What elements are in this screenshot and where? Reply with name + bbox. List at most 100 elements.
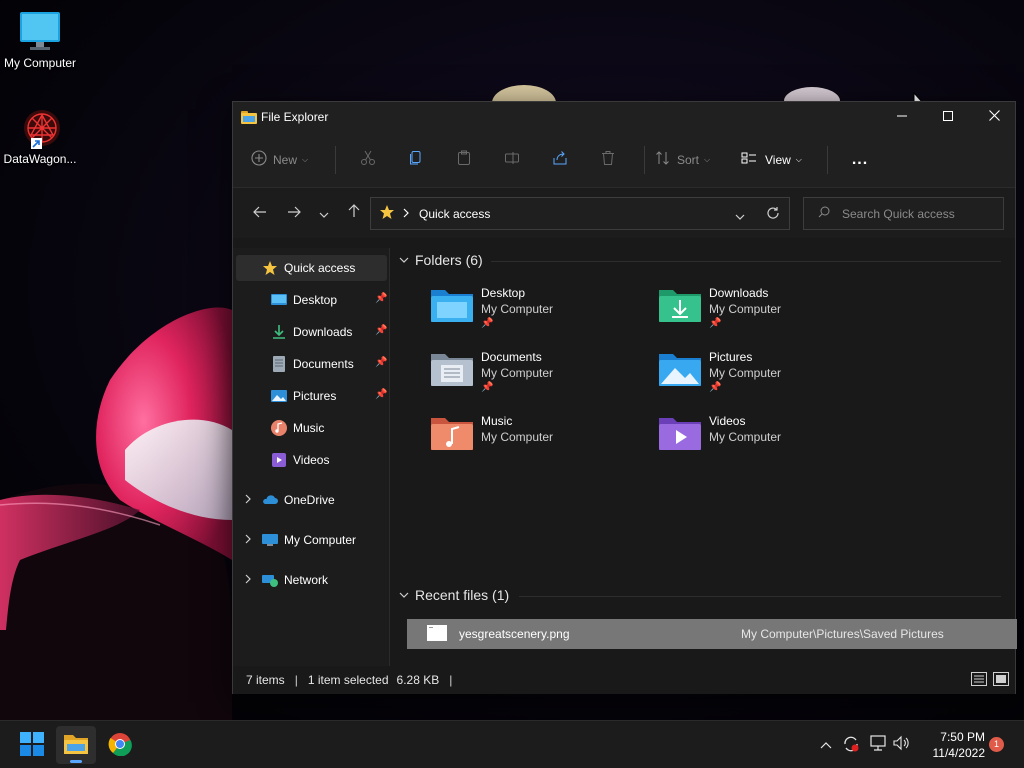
plus-circle-icon bbox=[251, 150, 267, 169]
back-button[interactable] bbox=[243, 198, 277, 228]
sidebar-item-label: Quick access bbox=[284, 261, 356, 275]
sidebar-item-onedrive[interactable]: OneDrive bbox=[262, 487, 335, 513]
navigation-pane: Quick access Desktop 📌 Downloads 📌 Docum… bbox=[233, 248, 390, 666]
folders-section-header[interactable]: Folders (6) bbox=[399, 252, 483, 268]
pin-icon: 📌 bbox=[375, 325, 388, 336]
address-dropdown-icon[interactable] bbox=[735, 209, 745, 223]
details-view-icon[interactable] bbox=[971, 672, 987, 689]
folder-location: My Computer bbox=[481, 302, 554, 316]
sidebar-item-label: Desktop bbox=[293, 293, 338, 307]
sidebar-item-network[interactable]: Network bbox=[262, 567, 328, 593]
desktop-icon-label: My Computer bbox=[3, 56, 77, 70]
up-button[interactable] bbox=[337, 198, 371, 228]
sidebar-item-music[interactable]: Music bbox=[271, 415, 324, 441]
recent-files-section-header[interactable]: Recent files (1) bbox=[399, 587, 509, 603]
network-status-icon[interactable] bbox=[869, 735, 887, 754]
pin-icon: 📌 bbox=[481, 318, 494, 329]
chevron-right-icon[interactable] bbox=[245, 534, 251, 546]
paste-button[interactable] bbox=[442, 144, 486, 176]
folder-name: Documents bbox=[481, 350, 542, 364]
taskbar-clock[interactable]: 7:50 PM 11/4/2022 bbox=[915, 729, 986, 761]
sidebar-item-pictures[interactable]: Pictures bbox=[271, 383, 336, 409]
desktop-icon-datawagon[interactable]: DataWagon... bbox=[0, 106, 80, 166]
sidebar-item-videos[interactable]: Videos bbox=[271, 447, 329, 473]
folder-tile-videos[interactable]: Videos My Computer bbox=[657, 414, 877, 470]
tiles-view-icon[interactable] bbox=[993, 672, 1009, 689]
folders-header-label: Folders (6) bbox=[415, 252, 483, 268]
show-hidden-icons-button[interactable] bbox=[820, 736, 832, 752]
folder-tile-pictures[interactable]: Pictures My Computer 📌 bbox=[657, 350, 877, 406]
volume-icon[interactable] bbox=[893, 735, 911, 754]
document-folder-icon bbox=[429, 350, 475, 390]
forward-button[interactable] bbox=[277, 198, 311, 228]
address-bar[interactable]: Quick access bbox=[370, 197, 790, 230]
sidebar-item-label: Pictures bbox=[293, 389, 337, 403]
share-button[interactable] bbox=[538, 144, 582, 176]
sidebar-item-downloads[interactable]: Downloads bbox=[271, 319, 352, 345]
start-button[interactable] bbox=[12, 726, 52, 764]
see-more-button[interactable]: ... bbox=[838, 144, 882, 176]
video-icon bbox=[271, 452, 287, 468]
chevron-down-icon bbox=[399, 590, 409, 600]
sync-status-icon[interactable] bbox=[842, 735, 860, 756]
item-count: 7 items bbox=[246, 673, 285, 687]
folder-tile-downloads[interactable]: Downloads My Computer 📌 bbox=[657, 286, 877, 342]
search-placeholder: Search Quick access bbox=[842, 206, 955, 221]
sort-button[interactable]: Sort ⌵ bbox=[655, 144, 721, 176]
sidebar-item-documents[interactable]: Documents bbox=[271, 351, 354, 377]
active-indicator bbox=[70, 760, 82, 763]
music-note-icon bbox=[271, 420, 287, 436]
rename-button[interactable] bbox=[490, 144, 534, 176]
command-bar: New ⌵ Sort ⌵ View ⌵ ... bbox=[233, 132, 1015, 188]
view-button[interactable]: View ⌵ bbox=[741, 144, 813, 176]
section-divider bbox=[519, 596, 1001, 597]
folder-tile-desktop[interactable]: Desktop My Computer 📌 bbox=[429, 286, 649, 342]
sidebar-item-label: My Computer bbox=[284, 533, 357, 547]
folder-tile-documents[interactable]: Documents My Computer 📌 bbox=[429, 350, 649, 406]
sidebar-item-desktop[interactable]: Desktop bbox=[271, 287, 337, 313]
recent-file-row[interactable]: yesgreatscenery.png My Computer\Pictures… bbox=[407, 619, 1017, 649]
cut-button[interactable] bbox=[346, 144, 390, 176]
toolbar-separator bbox=[335, 145, 336, 174]
maximize-button[interactable] bbox=[925, 102, 971, 132]
pin-icon: 📌 bbox=[481, 382, 494, 393]
chevron-right-icon[interactable] bbox=[245, 574, 251, 586]
sidebar-item-label: Videos bbox=[293, 453, 330, 467]
new-button[interactable]: New ⌵ bbox=[251, 144, 321, 176]
minimize-icon bbox=[897, 110, 907, 124]
folder-location: My Computer bbox=[481, 430, 554, 444]
chevron-right-icon[interactable] bbox=[245, 494, 251, 506]
close-button[interactable] bbox=[971, 102, 1017, 132]
notification-badge[interactable]: 1 bbox=[989, 737, 1004, 752]
folder-tile-music[interactable]: Music My Computer bbox=[429, 414, 649, 470]
sidebar-item-label: Downloads bbox=[293, 325, 353, 339]
delete-button[interactable] bbox=[586, 144, 630, 176]
rename-icon bbox=[504, 150, 520, 169]
sidebar-item-quick-access[interactable]: Quick access bbox=[236, 255, 387, 281]
file-name: yesgreatscenery.png bbox=[459, 627, 570, 641]
trash-icon bbox=[600, 150, 616, 169]
search-input[interactable]: Search Quick access bbox=[803, 197, 1004, 230]
section-divider bbox=[491, 261, 1001, 262]
file-explorer-window: File Explorer New ⌵ Sort ⌵ View ⌵ ... Qu… bbox=[232, 101, 1017, 694]
copy-button[interactable] bbox=[394, 144, 438, 176]
cloud-icon bbox=[262, 492, 278, 508]
image-file-icon bbox=[427, 624, 447, 644]
breadcrumb-quick-access[interactable]: Quick access bbox=[419, 207, 490, 221]
taskbar-chrome[interactable] bbox=[100, 726, 140, 764]
taskbar-file-explorer[interactable] bbox=[56, 726, 96, 764]
sidebar-item-my-computer[interactable]: My Computer bbox=[262, 527, 356, 553]
recent-locations-button[interactable] bbox=[311, 198, 337, 228]
clock-time: 7:50 PM bbox=[940, 730, 985, 744]
windows-logo-icon bbox=[20, 731, 44, 759]
arrow-left-icon bbox=[253, 205, 267, 222]
folder-name: Music bbox=[481, 414, 513, 428]
refresh-icon[interactable] bbox=[766, 206, 780, 223]
chevron-down-icon: ⌵ bbox=[302, 154, 309, 164]
search-icon bbox=[818, 206, 830, 221]
breadcrumb-chevron-icon bbox=[403, 207, 409, 221]
desktop-icon-my-computer[interactable]: My Computer bbox=[0, 10, 80, 70]
sidebar-item-label: Network bbox=[284, 573, 329, 587]
clipboard-icon bbox=[456, 150, 472, 169]
minimize-button[interactable] bbox=[879, 102, 925, 132]
